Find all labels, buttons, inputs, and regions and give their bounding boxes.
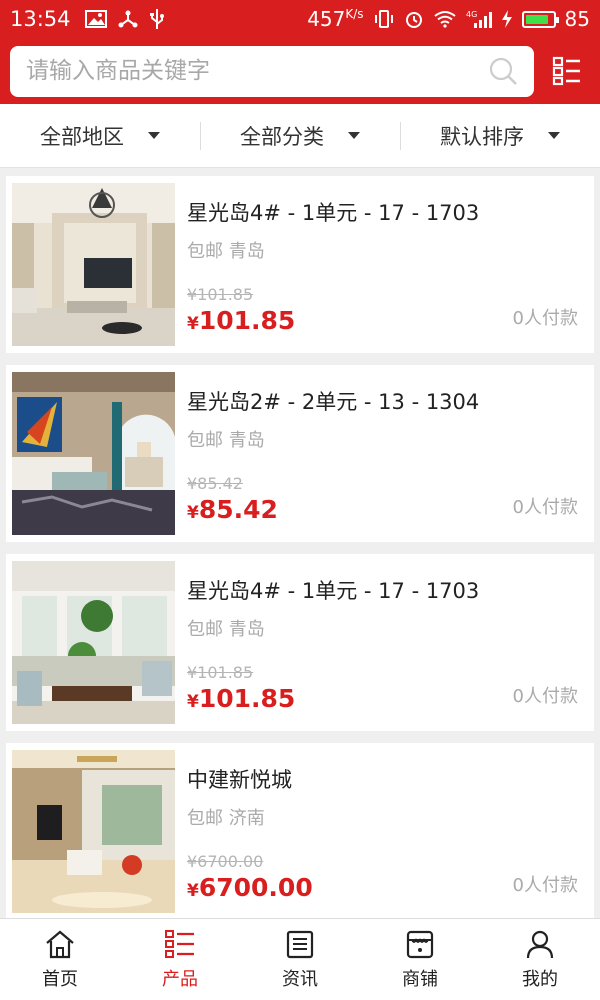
- product-info: 星光岛4# - 1单元 - 17 - 1703 包邮 青岛 ¥101.85 ¥1…: [175, 183, 588, 346]
- product-title[interactable]: 星光岛4# - 1单元 - 17 - 1703: [187, 575, 588, 605]
- product-paid-count: 0人付款: [512, 686, 578, 707]
- product-card[interactable]: 星光岛2# - 2单元 - 13 - 1304 包邮 青岛 ¥85.42 ¥85…: [6, 365, 594, 542]
- product-info: 星光岛4# - 1单元 - 17 - 1703 包邮 青岛 ¥101.85 ¥1…: [175, 561, 588, 724]
- product-card[interactable]: 星光岛4# - 1单元 - 17 - 1703 包邮 青岛 ¥101.85 ¥1…: [6, 554, 594, 731]
- product-original-price: ¥101.85: [187, 285, 254, 304]
- filter-sort[interactable]: 默认排序: [400, 104, 600, 167]
- search-input[interactable]: [26, 58, 488, 84]
- product-title[interactable]: 星光岛4# - 1单元 - 17 - 1703: [187, 197, 588, 227]
- product-image[interactable]: [12, 561, 175, 724]
- shop-icon: [406, 930, 434, 958]
- bottom-tab-bar: 首页 产品 资讯 商铺 我的: [0, 918, 600, 1000]
- alarm-icon: [405, 12, 422, 28]
- product-image[interactable]: [12, 183, 175, 346]
- tab-mine[interactable]: 我的: [480, 919, 600, 1000]
- product-list: 星光岛4# - 1单元 - 17 - 1703 包邮 青岛 ¥101.85 ¥1…: [6, 176, 594, 932]
- user-icon: [526, 930, 554, 958]
- product-original-price: ¥6700.00: [187, 852, 264, 871]
- status-bar: 13:54 457K/s 4G 85: [0, 0, 600, 38]
- tab-products[interactable]: 产品: [120, 919, 240, 1000]
- wifi-icon: [433, 11, 456, 28]
- charging-icon: [501, 10, 512, 28]
- signal-icon: 4G: [466, 10, 492, 28]
- product-paid-count: 0人付款: [512, 308, 578, 329]
- product-info: 中建新悦城 包邮 济南 ¥6700.00 ¥6700.00 0人付款: [175, 750, 588, 913]
- vibrate-icon: [374, 10, 393, 28]
- product-paid-count: 0人付款: [512, 875, 578, 896]
- home-icon: [46, 930, 74, 958]
- product-card[interactable]: 中建新悦城 包邮 济南 ¥6700.00 ¥6700.00 0人付款: [6, 743, 594, 920]
- search-box[interactable]: [10, 45, 534, 97]
- tab-home[interactable]: 首页: [0, 919, 120, 1000]
- dropdown-arrow-icon: [548, 132, 560, 139]
- product-meta: 包邮 青岛: [187, 430, 265, 451]
- category-menu-button[interactable]: [551, 55, 583, 87]
- tab-shop[interactable]: 商铺: [360, 919, 480, 1000]
- product-title[interactable]: 中建新悦城: [187, 764, 588, 794]
- filter-category[interactable]: 全部分类: [200, 104, 400, 167]
- list-icon: [165, 929, 194, 958]
- network-speed: 457K/s: [307, 7, 364, 31]
- battery-icon: [521, 10, 559, 28]
- product-paid-count: 0人付款: [512, 497, 578, 518]
- product-meta: 包邮 青岛: [187, 619, 265, 640]
- dropdown-arrow-icon: [348, 132, 360, 139]
- battery-percent: 85: [564, 7, 590, 31]
- tab-news[interactable]: 资讯: [240, 919, 360, 1000]
- svg-text:4G: 4G: [466, 10, 477, 19]
- product-image[interactable]: [12, 372, 175, 535]
- gallery-icon: [84, 10, 107, 28]
- product-original-price: ¥85.42: [187, 474, 243, 493]
- share-icon: [118, 10, 138, 28]
- category-list-icon: [552, 56, 580, 86]
- product-info: 星光岛2# - 2单元 - 13 - 1304 包邮 青岛 ¥85.42 ¥85…: [175, 372, 588, 535]
- battery-level: [525, 14, 548, 24]
- product-meta: 包邮 青岛: [187, 241, 265, 262]
- filter-region[interactable]: 全部地区: [0, 104, 200, 167]
- usb-icon: [149, 9, 164, 29]
- product-image[interactable]: [12, 750, 175, 913]
- news-icon: [286, 930, 314, 958]
- dropdown-arrow-icon: [148, 132, 160, 139]
- product-meta: 包邮 济南: [187, 808, 265, 829]
- product-original-price: ¥101.85: [187, 663, 254, 682]
- filter-bar: 全部地区 全部分类 默认排序: [0, 104, 600, 168]
- search-header: [0, 38, 600, 104]
- search-icon[interactable]: [488, 56, 518, 86]
- product-title[interactable]: 星光岛2# - 2单元 - 13 - 1304: [187, 386, 588, 416]
- clock: 13:54: [10, 7, 71, 31]
- product-card[interactable]: 星光岛4# - 1单元 - 17 - 1703 包邮 青岛 ¥101.85 ¥1…: [6, 176, 594, 353]
